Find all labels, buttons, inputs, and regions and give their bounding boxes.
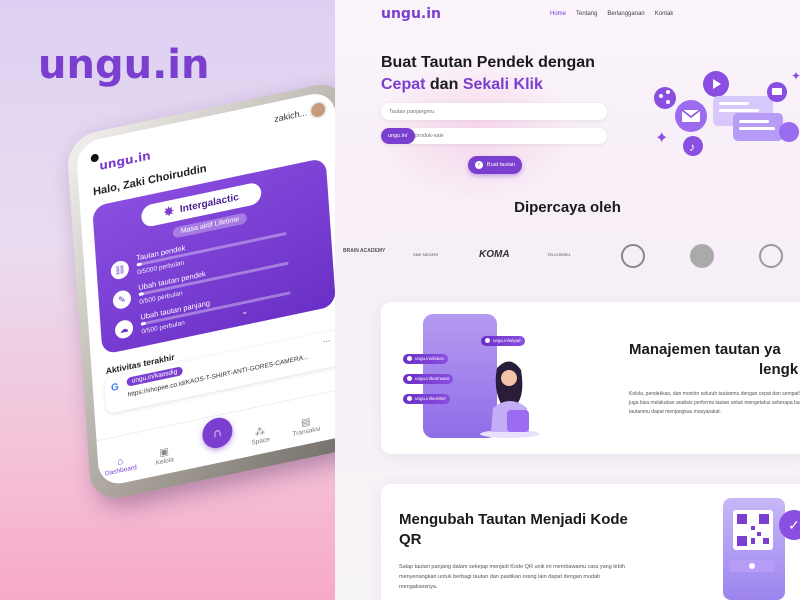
long-url-input[interactable] (381, 103, 607, 120)
partner-logos: BRAIN ACADEMY SMK NEGERI KOMA TELKOMSEL (335, 240, 800, 274)
section-desc: Kelola, pendekkan, dan monitor seluruh t… (629, 391, 800, 415)
svg-text:✦: ✦ (791, 69, 800, 83)
brand-logo: ungu.in (38, 42, 210, 88)
partner-logo: SMK NEGERI (413, 252, 439, 257)
svg-text:✦: ✦ (655, 130, 668, 147)
nav-tentang[interactable]: Tentang (576, 11, 597, 17)
quota-fill (138, 292, 144, 297)
plan-name: Intergalactic (179, 191, 240, 215)
google-icon: G (110, 381, 120, 395)
app-user-name[interactable]: zakich... (274, 107, 308, 124)
nav-transaksi[interactable]: ▤ Transaksi (285, 413, 326, 439)
section-title-line1: Manajemen tautan ya (629, 341, 781, 358)
showcase-panel: ungu.in ungu.in zakich... Halo, Zaki Cho… (0, 0, 335, 600)
create-link-button[interactable]: ∩ (201, 414, 234, 451)
section-title: Mengubah Tautan Menjadi Kode QR (399, 511, 628, 548)
university-logo (621, 244, 645, 268)
alias-field: ungu.in/ (381, 128, 607, 144)
edit-icon: ✎ (112, 288, 132, 311)
person-illustration (480, 361, 540, 438)
landing-page: ungu.in Home Tentang Berlangganan Kontak… (335, 0, 800, 600)
app-logo: ungu.in (98, 148, 152, 173)
star-icon: ✸ (163, 203, 175, 220)
svg-text:♪: ♪ (689, 140, 695, 154)
nav-home[interactable]: Home (550, 11, 566, 17)
nav-berlangganan[interactable]: Berlangganan (607, 11, 644, 17)
partner-logo: BRAIN ACADEMY (343, 248, 386, 254)
campus-logo (759, 244, 783, 268)
hero-title-word2: Sekali Klik (462, 76, 543, 93)
quota-fill (136, 262, 142, 267)
nav-kontak[interactable]: Kontak (655, 11, 674, 17)
create-link-label: Buat tautan (486, 162, 516, 168)
section-title-line2: lengk (759, 361, 799, 378)
more-icon[interactable]: ... (322, 333, 330, 344)
link-chip: ungu.in/kembel (403, 394, 450, 404)
create-link-button[interactable]: › Buat tautan (468, 156, 522, 174)
share-icon (654, 87, 676, 109)
trusted-title: Dipercaya oleh (514, 199, 621, 216)
hero-title-word1: Cepat (381, 76, 426, 93)
hero-title-line1: Buat Tautan Pendek dengan (381, 54, 595, 71)
partner-logo: KOMA (479, 249, 510, 260)
camera-icon (90, 153, 100, 163)
feature-link-management: ungu.in/wiyad ungu.in/diskon ungu.in/kar… (381, 302, 800, 454)
quota-fill (140, 321, 146, 326)
web-logo[interactable]: ungu.in (381, 6, 441, 22)
qr-illustration (723, 498, 785, 600)
hero-title: Buat Tautan Pendek dengan Cepat dan Seka… (381, 52, 631, 96)
avatar[interactable] (308, 99, 328, 121)
section-desc: Salap tautan panjang dalam sekejap menja… (399, 564, 625, 590)
nav-links: Home Tentang Berlangganan Kontak (550, 11, 673, 17)
partner-logo: TELKOMSEL (547, 252, 572, 257)
link-chip: ungu.in/karirwant (403, 374, 454, 384)
nav-space[interactable]: ⁂ Space (240, 423, 281, 449)
section-title: Manajemen tautan ya lengk (629, 340, 800, 380)
nav-kelola[interactable]: ▣ Kelola (144, 443, 185, 469)
qr-code-icon (729, 510, 775, 572)
phone-screen: ungu.in zakich... Halo, Zaki Choiruddin … (75, 89, 335, 488)
link-chip: ungu.in/diskon (403, 354, 449, 364)
nav-dashboard[interactable]: ⌂ Dashboard (100, 452, 141, 478)
link-chip: ungu.in/wiyad (481, 336, 525, 346)
hero-illustration: ♪ ✦ ✦ (654, 69, 800, 156)
cloud-icon: ☁ (114, 318, 134, 341)
link-icon: ⛓ (110, 259, 130, 281)
chevron-down-icon[interactable]: ⌄ (241, 306, 248, 316)
institute-logo (690, 244, 714, 268)
link-icon (779, 122, 799, 142)
phone-mockup: ungu.in zakich... Halo, Zaki Choiruddin … (66, 79, 335, 504)
arrow-icon: › (474, 161, 483, 169)
top-navbar: ungu.in Home Tentang Berlangganan Kontak (335, 0, 800, 30)
hero-title-mid: dan (429, 76, 459, 93)
alias-prefix: ungu.in/ (381, 128, 415, 144)
alias-input[interactable] (411, 128, 591, 144)
